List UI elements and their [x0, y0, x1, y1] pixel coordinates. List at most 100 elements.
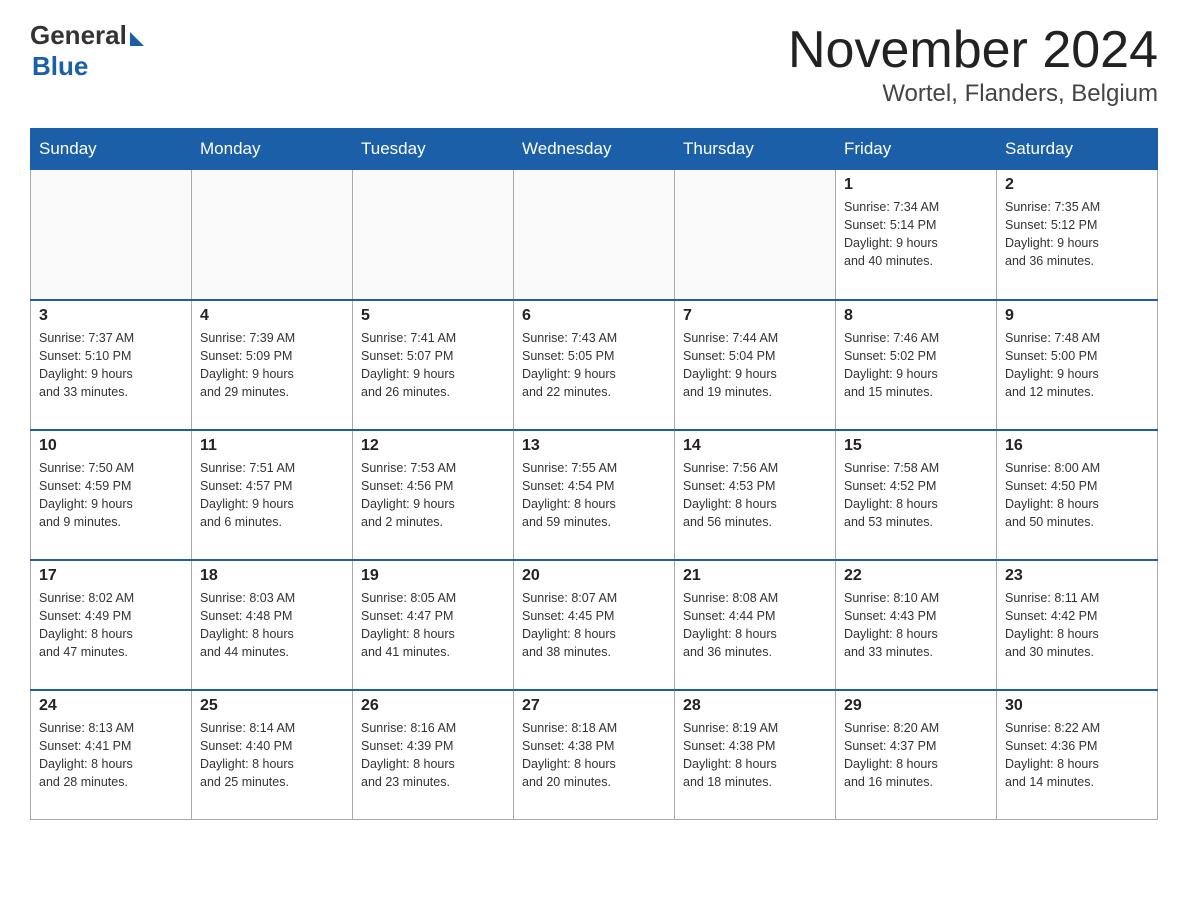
day-sun-info: Sunrise: 7:46 AMSunset: 5:02 PMDaylight:…: [844, 329, 988, 402]
day-sun-info: Sunrise: 8:14 AMSunset: 4:40 PMDaylight:…: [200, 719, 344, 792]
calendar-cell: 8Sunrise: 7:46 AMSunset: 5:02 PMDaylight…: [836, 300, 997, 430]
day-number: 26: [361, 697, 505, 715]
calendar-cell: [675, 170, 836, 300]
day-sun-info: Sunrise: 8:16 AMSunset: 4:39 PMDaylight:…: [361, 719, 505, 792]
calendar-cell: 5Sunrise: 7:41 AMSunset: 5:07 PMDaylight…: [353, 300, 514, 430]
day-number: 23: [1005, 567, 1149, 585]
calendar-title: November 2024: [788, 20, 1158, 80]
day-sun-info: Sunrise: 8:18 AMSunset: 4:38 PMDaylight:…: [522, 719, 666, 792]
day-header-monday: Monday: [192, 129, 353, 170]
calendar-cell: 16 Sunrise: 8:00 AMSunset: 4:50 PMDayligh…: [997, 430, 1158, 560]
day-header-wednesday: Wednesday: [514, 129, 675, 170]
calendar-cell: 28Sunrise: 8:19 AMSunset: 4:38 PMDayligh…: [675, 690, 836, 820]
day-sun-info: Sunrise: 8:10 AMSunset: 4:43 PMDaylight:…: [844, 589, 988, 662]
calendar-cell: 4Sunrise: 7:39 AMSunset: 5:09 PMDaylight…: [192, 300, 353, 430]
day-sun-info: Sunrise: 8:11 AMSunset: 4:42 PMDaylight:…: [1005, 589, 1149, 662]
day-number: 14: [683, 437, 827, 455]
day-number: 24: [39, 697, 183, 715]
calendar-cell: 6Sunrise: 7:43 AMSunset: 5:05 PMDaylight…: [514, 300, 675, 430]
day-number: 3: [39, 307, 183, 325]
day-number: 25: [200, 697, 344, 715]
calendar-cell: 14Sunrise: 7:56 AMSunset: 4:53 PMDayligh…: [675, 430, 836, 560]
calendar-table: SundayMondayTuesdayWednesdayThursdayFrid…: [30, 128, 1158, 820]
day-sun-info: Sunrise: 8:20 AMSunset: 4:37 PMDaylight:…: [844, 719, 988, 792]
day-number: 1: [844, 176, 988, 194]
calendar-cell: 30 Sunrise: 8:22 AMSunset: 4:36 PMDayligh…: [997, 690, 1158, 820]
calendar-week-row: 24 Sunrise: 8:13 AMSunset: 4:41 PMDayligh…: [31, 690, 1158, 820]
calendar-cell: 23 Sunrise: 8:11 AMSunset: 4:42 PMDayligh…: [997, 560, 1158, 690]
day-number: 18: [200, 567, 344, 585]
day-sun-info: Sunrise: 7:35 AMSunset: 5:12 PMDaylight:…: [1005, 198, 1149, 271]
calendar-cell: 20 Sunrise: 8:07 AMSunset: 4:45 PMDayligh…: [514, 560, 675, 690]
day-sun-info: Sunrise: 7:37 AMSunset: 5:10 PMDaylight:…: [39, 329, 183, 402]
logo-blue-text: Blue: [32, 51, 88, 82]
calendar-cell: 24 Sunrise: 8:13 AMSunset: 4:41 PMDayligh…: [31, 690, 192, 820]
calendar-cell: 11Sunrise: 7:51 AMSunset: 4:57 PMDayligh…: [192, 430, 353, 560]
calendar-cell: 12Sunrise: 7:53 AMSunset: 4:56 PMDayligh…: [353, 430, 514, 560]
day-sun-info: Sunrise: 8:13 AMSunset: 4:41 PMDaylight:…: [39, 719, 183, 792]
day-sun-info: Sunrise: 7:39 AMSunset: 5:09 PMDaylight:…: [200, 329, 344, 402]
calendar-cell: 3 Sunrise: 7:37 AMSunset: 5:10 PMDaylight…: [31, 300, 192, 430]
day-number: 19: [361, 567, 505, 585]
day-header-friday: Friday: [836, 129, 997, 170]
calendar-cell: [31, 170, 192, 300]
calendar-cell: 26 Sunrise: 8:16 AMSunset: 4:39 PMDayligh…: [353, 690, 514, 820]
calendar-cell: [192, 170, 353, 300]
day-sun-info: Sunrise: 8:05 AMSunset: 4:47 PMDaylight:…: [361, 589, 505, 662]
day-sun-info: Sunrise: 8:08 AMSunset: 4:44 PMDaylight:…: [683, 589, 827, 662]
calendar-subtitle: Wortel, Flanders, Belgium: [788, 80, 1158, 108]
day-number: 13: [522, 437, 666, 455]
calendar-cell: 1 Sunrise: 7:34 AMSunset: 5:14 PMDaylight…: [836, 170, 997, 300]
day-number: 9: [1005, 307, 1149, 325]
day-number: 5: [361, 307, 505, 325]
day-number: 21: [683, 567, 827, 585]
day-number: 2: [1005, 176, 1149, 194]
day-number: 27: [522, 697, 666, 715]
calendar-cell: 13 Sunrise: 7:55 AMSunset: 4:54 PMDayligh…: [514, 430, 675, 560]
calendar-header-row: SundayMondayTuesdayWednesdayThursdayFrid…: [31, 129, 1158, 170]
logo-arrow-icon: [130, 32, 144, 46]
day-sun-info: Sunrise: 7:44 AMSunset: 5:04 PMDaylight:…: [683, 329, 827, 402]
calendar-cell: 19 Sunrise: 8:05 AMSunset: 4:47 PMDayligh…: [353, 560, 514, 690]
day-header-tuesday: Tuesday: [353, 129, 514, 170]
page-header: General Blue November 2024 Wortel, Fland…: [30, 20, 1158, 108]
day-sun-info: Sunrise: 8:07 AMSunset: 4:45 PMDaylight:…: [522, 589, 666, 662]
calendar-cell: [353, 170, 514, 300]
day-number: 17: [39, 567, 183, 585]
day-number: 15: [844, 437, 988, 455]
day-header-saturday: Saturday: [997, 129, 1158, 170]
calendar-cell: 9Sunrise: 7:48 AMSunset: 5:00 PMDaylight…: [997, 300, 1158, 430]
title-area: November 2024 Wortel, Flanders, Belgium: [788, 20, 1158, 108]
day-sun-info: Sunrise: 8:00 AMSunset: 4:50 PMDaylight:…: [1005, 459, 1149, 532]
calendar-week-row: 3 Sunrise: 7:37 AMSunset: 5:10 PMDaylight…: [31, 300, 1158, 430]
day-number: 29: [844, 697, 988, 715]
logo-general-text: General: [30, 20, 127, 51]
calendar-cell: 29 Sunrise: 8:20 AMSunset: 4:37 PMDayligh…: [836, 690, 997, 820]
day-sun-info: Sunrise: 7:43 AMSunset: 5:05 PMDaylight:…: [522, 329, 666, 402]
day-number: 10: [39, 437, 183, 455]
calendar-cell: 25 Sunrise: 8:14 AMSunset: 4:40 PMDayligh…: [192, 690, 353, 820]
day-sun-info: Sunrise: 7:53 AMSunset: 4:56 PMDaylight:…: [361, 459, 505, 532]
logo: General Blue: [30, 20, 144, 82]
day-number: 20: [522, 567, 666, 585]
day-sun-info: Sunrise: 8:22 AMSunset: 4:36 PMDaylight:…: [1005, 719, 1149, 792]
day-sun-info: Sunrise: 7:50 AMSunset: 4:59 PMDaylight:…: [39, 459, 183, 532]
day-number: 11: [200, 437, 344, 455]
day-header-sunday: Sunday: [31, 129, 192, 170]
calendar-cell: 2 Sunrise: 7:35 AMSunset: 5:12 PMDaylight…: [997, 170, 1158, 300]
day-sun-info: Sunrise: 7:34 AMSunset: 5:14 PMDaylight:…: [844, 198, 988, 271]
day-sun-info: Sunrise: 7:58 AMSunset: 4:52 PMDaylight:…: [844, 459, 988, 532]
calendar-cell: 22 Sunrise: 8:10 AMSunset: 4:43 PMDayligh…: [836, 560, 997, 690]
day-number: 22: [844, 567, 988, 585]
calendar-cell: 10 Sunrise: 7:50 AMSunset: 4:59 PMDayligh…: [31, 430, 192, 560]
day-sun-info: Sunrise: 7:55 AMSunset: 4:54 PMDaylight:…: [522, 459, 666, 532]
calendar-cell: 17 Sunrise: 8:02 AMSunset: 4:49 PMDayligh…: [31, 560, 192, 690]
calendar-week-row: 17 Sunrise: 8:02 AMSunset: 4:49 PMDayligh…: [31, 560, 1158, 690]
day-header-thursday: Thursday: [675, 129, 836, 170]
day-sun-info: Sunrise: 8:02 AMSunset: 4:49 PMDaylight:…: [39, 589, 183, 662]
calendar-cell: 21 Sunrise: 8:08 AMSunset: 4:44 PMDayligh…: [675, 560, 836, 690]
day-number: 30: [1005, 697, 1149, 715]
calendar-cell: 27 Sunrise: 8:18 AMSunset: 4:38 PMDayligh…: [514, 690, 675, 820]
day-number: 16: [1005, 437, 1149, 455]
day-sun-info: Sunrise: 8:19 AMSunset: 4:38 PMDaylight:…: [683, 719, 827, 792]
